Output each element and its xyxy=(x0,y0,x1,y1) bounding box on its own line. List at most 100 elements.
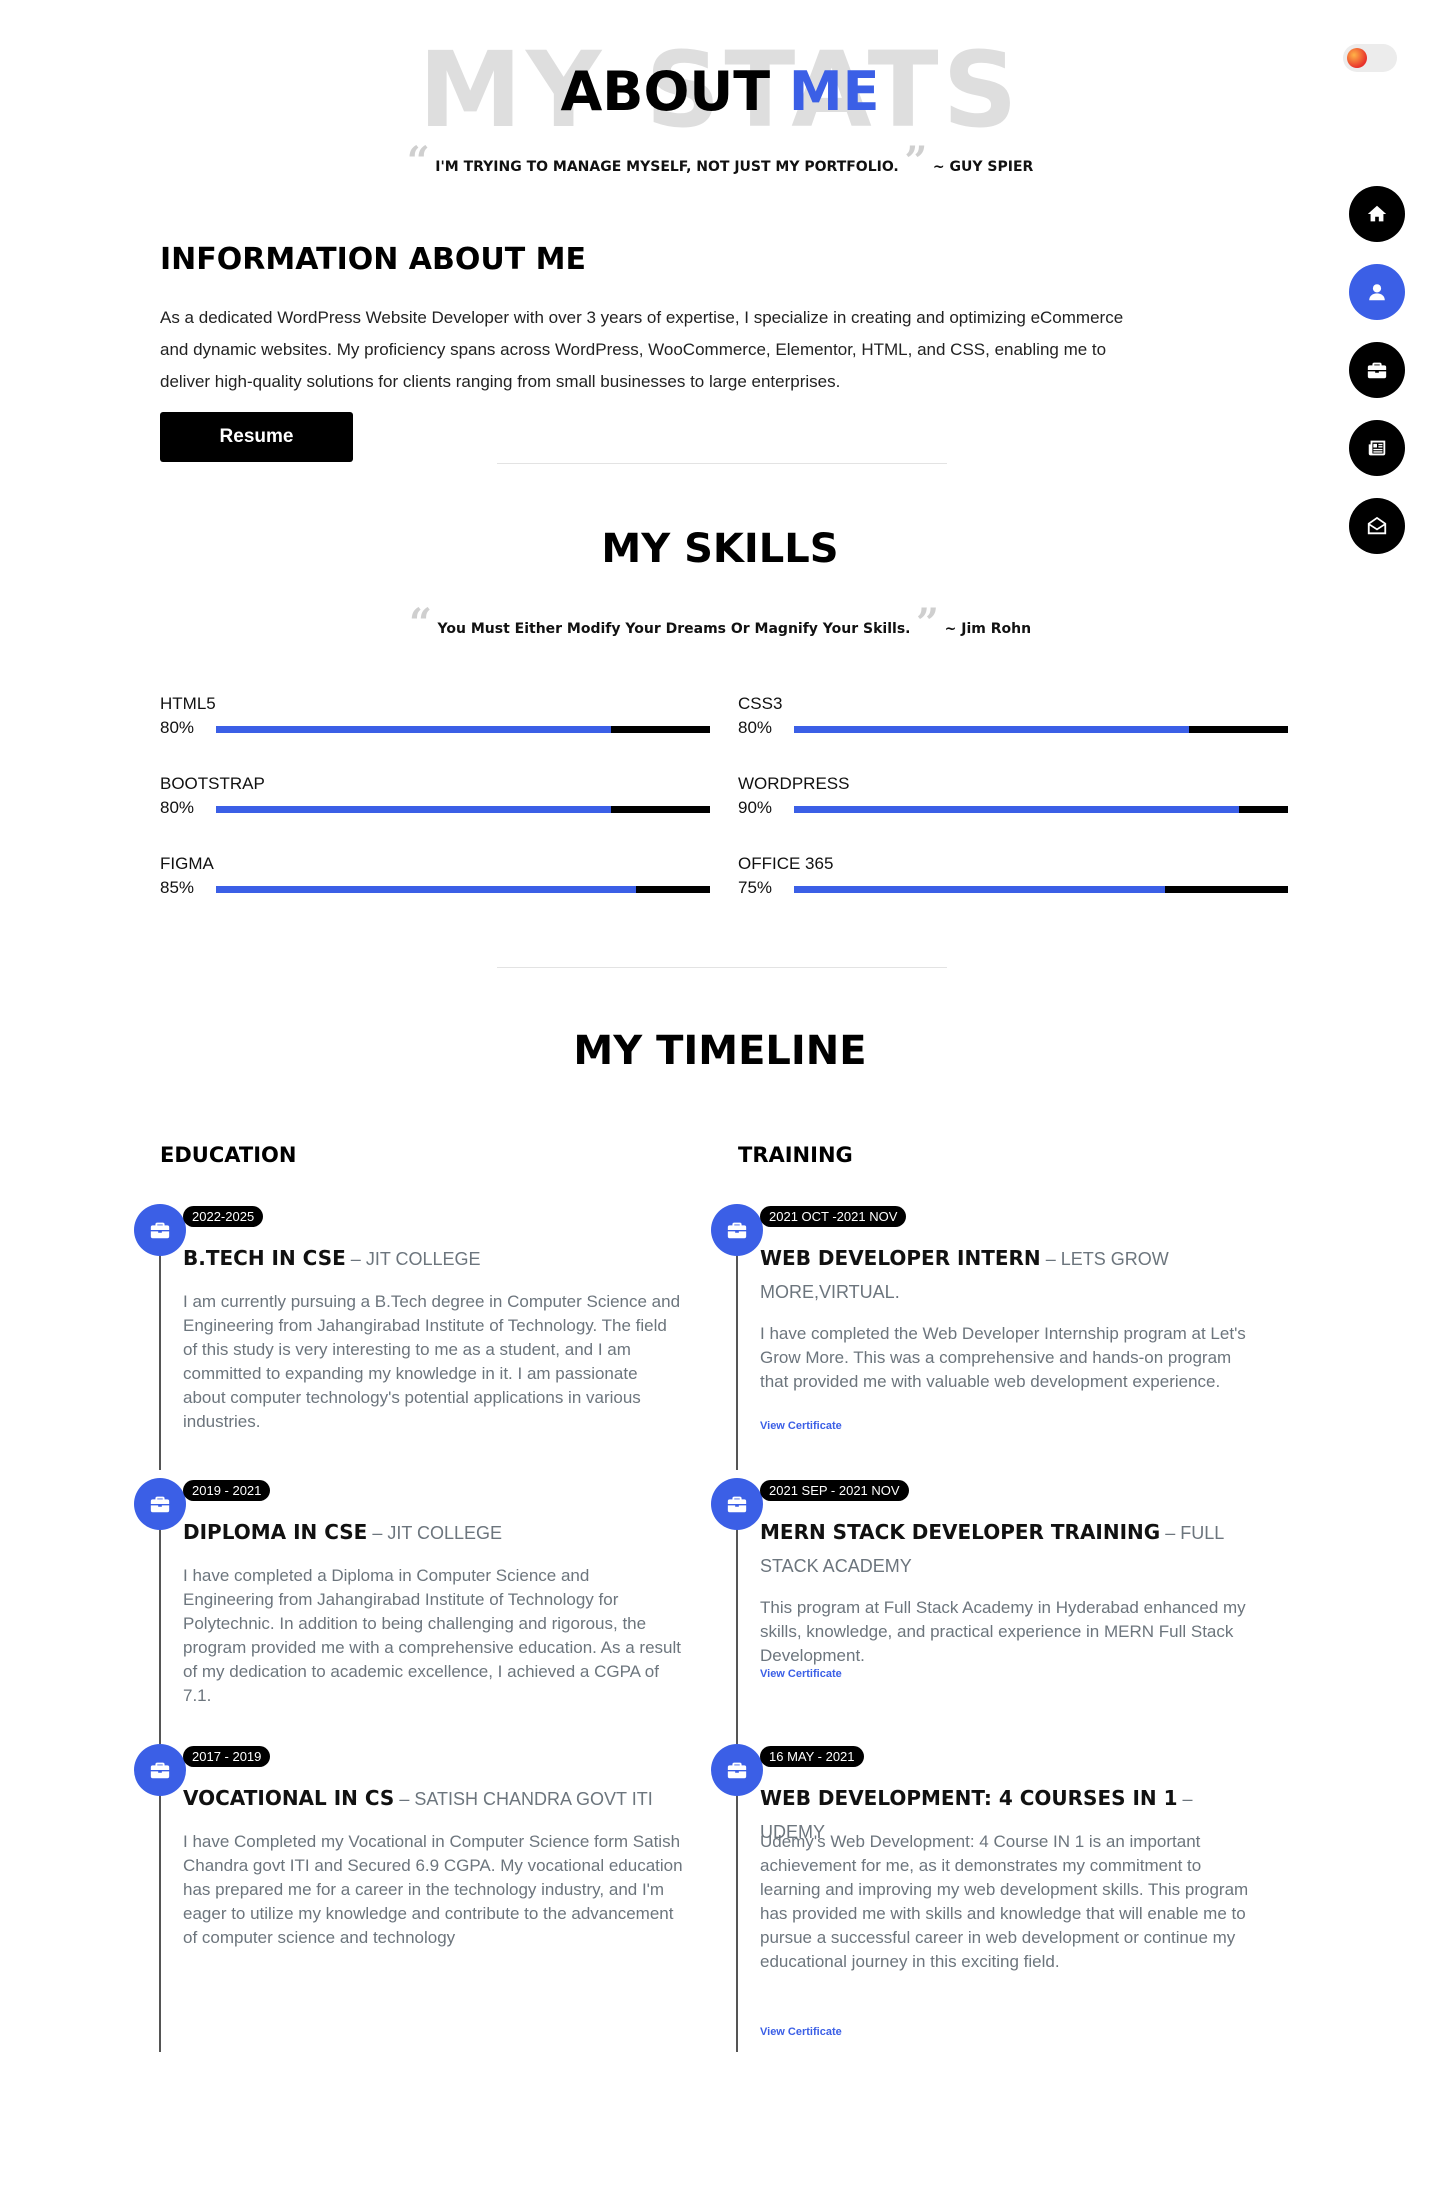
nav-about-button[interactable] xyxy=(1349,264,1405,320)
timeline-separator: – xyxy=(1160,1523,1181,1543)
timeline-title: VOCATIONAL IN CS – SATISH CHANDRA GOVT I… xyxy=(183,1782,683,1815)
timeline-description: I am currently pursuing a B.Tech degree … xyxy=(183,1292,681,1431)
timeline-date-badge: 2021 OCT -2021 NOV xyxy=(760,1206,907,1227)
resume-button[interactable]: Resume xyxy=(160,412,353,462)
skill-bar xyxy=(794,806,1288,813)
timeline-date-badge: 2017 - 2019 xyxy=(183,1746,271,1767)
skills-title: MY SKILLS xyxy=(601,526,839,572)
briefcase-icon xyxy=(1367,362,1387,379)
skill-item: HTML5 80% xyxy=(160,694,710,754)
info-title: INFORMATION ABOUT ME xyxy=(160,242,586,277)
skill-name: WORDPRESS xyxy=(738,774,850,793)
divider xyxy=(497,967,947,968)
skill-item: WORDPRESS 90% xyxy=(738,774,1288,834)
timeline-date-badge: 2021 SEP - 2021 NOV xyxy=(760,1480,909,1501)
nav-home-button[interactable] xyxy=(1349,186,1405,242)
user-icon xyxy=(1369,284,1385,301)
about-hero: MY STATS ABOUT ME xyxy=(0,38,1440,142)
timeline-icon xyxy=(134,1744,186,1796)
timeline-separator: – xyxy=(394,1789,415,1809)
timeline-line xyxy=(159,1504,161,1744)
skill-bar-fill xyxy=(794,886,1165,893)
skill-bar xyxy=(216,726,710,733)
skill-percent: 80% xyxy=(160,718,195,737)
timeline-line xyxy=(159,1770,161,2052)
quote-close-mark: ” xyxy=(904,138,928,185)
skill-bar xyxy=(216,806,710,813)
page-title: ABOUT ME xyxy=(0,62,1440,122)
timeline-description: I have Completed my Vocational in Comput… xyxy=(183,1832,683,1947)
timeline-org: JIT COLLEGE xyxy=(387,1523,503,1543)
skill-percent: 80% xyxy=(160,798,195,817)
timeline-description: Udemy's Web Development: 4 Course IN 1 i… xyxy=(760,1832,1249,1971)
timeline-icon xyxy=(134,1204,186,1256)
view-certificate-link[interactable]: View Certificate xyxy=(760,1420,842,1432)
timeline-org: SATISH CHANDRA GOVT ITI xyxy=(414,1789,653,1809)
skills-quote-author: ~ Jim Rohn xyxy=(944,621,1032,637)
skill-bar-fill xyxy=(216,806,612,813)
timeline-date-badge: 2019 - 2021 xyxy=(183,1480,271,1501)
skill-name: FIGMA xyxy=(160,854,214,873)
skills-quote: “ You Must Either Modify Your Dreams Or … xyxy=(0,600,1440,647)
info-text: As a dedicated WordPress Website Develop… xyxy=(160,308,1124,391)
skill-bar-fill xyxy=(794,806,1239,813)
skill-name: OFFICE 365 xyxy=(738,854,834,873)
skill-item: BOOTSTRAP 80% xyxy=(160,774,710,834)
timeline-separator: – xyxy=(367,1523,388,1543)
timeline-title-main: WEB DEVELOPMENT: 4 COURSES IN 1 xyxy=(760,1786,1178,1810)
skill-item: OFFICE 365 75% xyxy=(738,854,1288,914)
timeline-description: This program at Full Stack Academy in Hy… xyxy=(760,1598,1246,1665)
header-quote: “ I'M TRYING TO MANAGE MYSELF, NOT JUST … xyxy=(0,138,1440,185)
skill-bar-fill xyxy=(216,886,636,893)
timeline-separator: – xyxy=(1040,1249,1061,1269)
education-title: EDUCATION xyxy=(160,1143,297,1167)
side-nav xyxy=(1349,186,1405,576)
quote-open-mark: “ xyxy=(408,600,432,647)
timeline-icon xyxy=(134,1478,186,1530)
skill-bar-fill xyxy=(216,726,612,733)
timeline-title-main: WEB DEVELOPER INTERN xyxy=(760,1246,1041,1270)
timeline-description: I have completed a Diploma in Computer S… xyxy=(183,1566,681,1705)
briefcase-icon xyxy=(727,1222,747,1239)
skill-percent: 90% xyxy=(738,798,773,817)
timeline-title: MY TIMELINE xyxy=(573,1028,867,1074)
skill-percent: 80% xyxy=(738,718,773,737)
nav-portfolio-button[interactable] xyxy=(1349,342,1405,398)
page-title-accent: ME xyxy=(788,60,880,123)
training-title: TRAINING xyxy=(738,1143,853,1167)
skill-percent: 75% xyxy=(738,878,773,897)
timeline-separator: – xyxy=(1177,1789,1193,1809)
skill-bar xyxy=(794,886,1288,893)
briefcase-icon xyxy=(150,1222,170,1239)
timeline-org: JIT COLLEGE xyxy=(365,1249,481,1269)
timeline-icon xyxy=(711,1204,763,1256)
timeline-separator: – xyxy=(345,1249,366,1269)
briefcase-icon xyxy=(150,1496,170,1513)
newspaper-icon xyxy=(1368,440,1386,456)
timeline-title-main: DIPLOMA IN CSE xyxy=(183,1520,368,1544)
quote-close-mark: ” xyxy=(916,600,940,647)
briefcase-icon xyxy=(727,1762,747,1779)
page-title-main: ABOUT xyxy=(560,60,771,123)
quote-text: I'M TRYING TO MANAGE MYSELF, NOT JUST MY… xyxy=(435,159,899,175)
timeline-title-main: B.TECH IN CSE xyxy=(183,1246,346,1270)
view-certificate-link[interactable]: View Certificate xyxy=(760,1668,842,1680)
timeline-title: MERN STACK DEVELOPER TRAINING – FULL STA… xyxy=(760,1516,1260,1582)
skill-bar xyxy=(216,886,710,893)
view-certificate-link[interactable]: View Certificate xyxy=(760,2026,842,2038)
skill-name: HTML5 xyxy=(160,694,216,713)
skills-quote-text: You Must Either Modify Your Dreams Or Ma… xyxy=(437,621,911,637)
timeline-icon xyxy=(711,1744,763,1796)
skill-name: CSS3 xyxy=(738,694,783,713)
timeline-title: B.TECH IN CSE – JIT COLLEGE xyxy=(183,1242,683,1275)
skill-bar xyxy=(794,726,1288,733)
home-icon xyxy=(1367,205,1387,222)
timeline-line xyxy=(736,1504,738,1744)
timeline-line xyxy=(159,1230,161,1470)
timeline-line xyxy=(736,1230,738,1470)
nav-blog-button[interactable] xyxy=(1349,420,1405,476)
briefcase-icon xyxy=(727,1496,747,1513)
quote-author: ~ GUY SPIER xyxy=(932,159,1034,175)
timeline-title-main: MERN STACK DEVELOPER TRAINING xyxy=(760,1520,1161,1544)
skill-percent: 85% xyxy=(160,878,195,897)
